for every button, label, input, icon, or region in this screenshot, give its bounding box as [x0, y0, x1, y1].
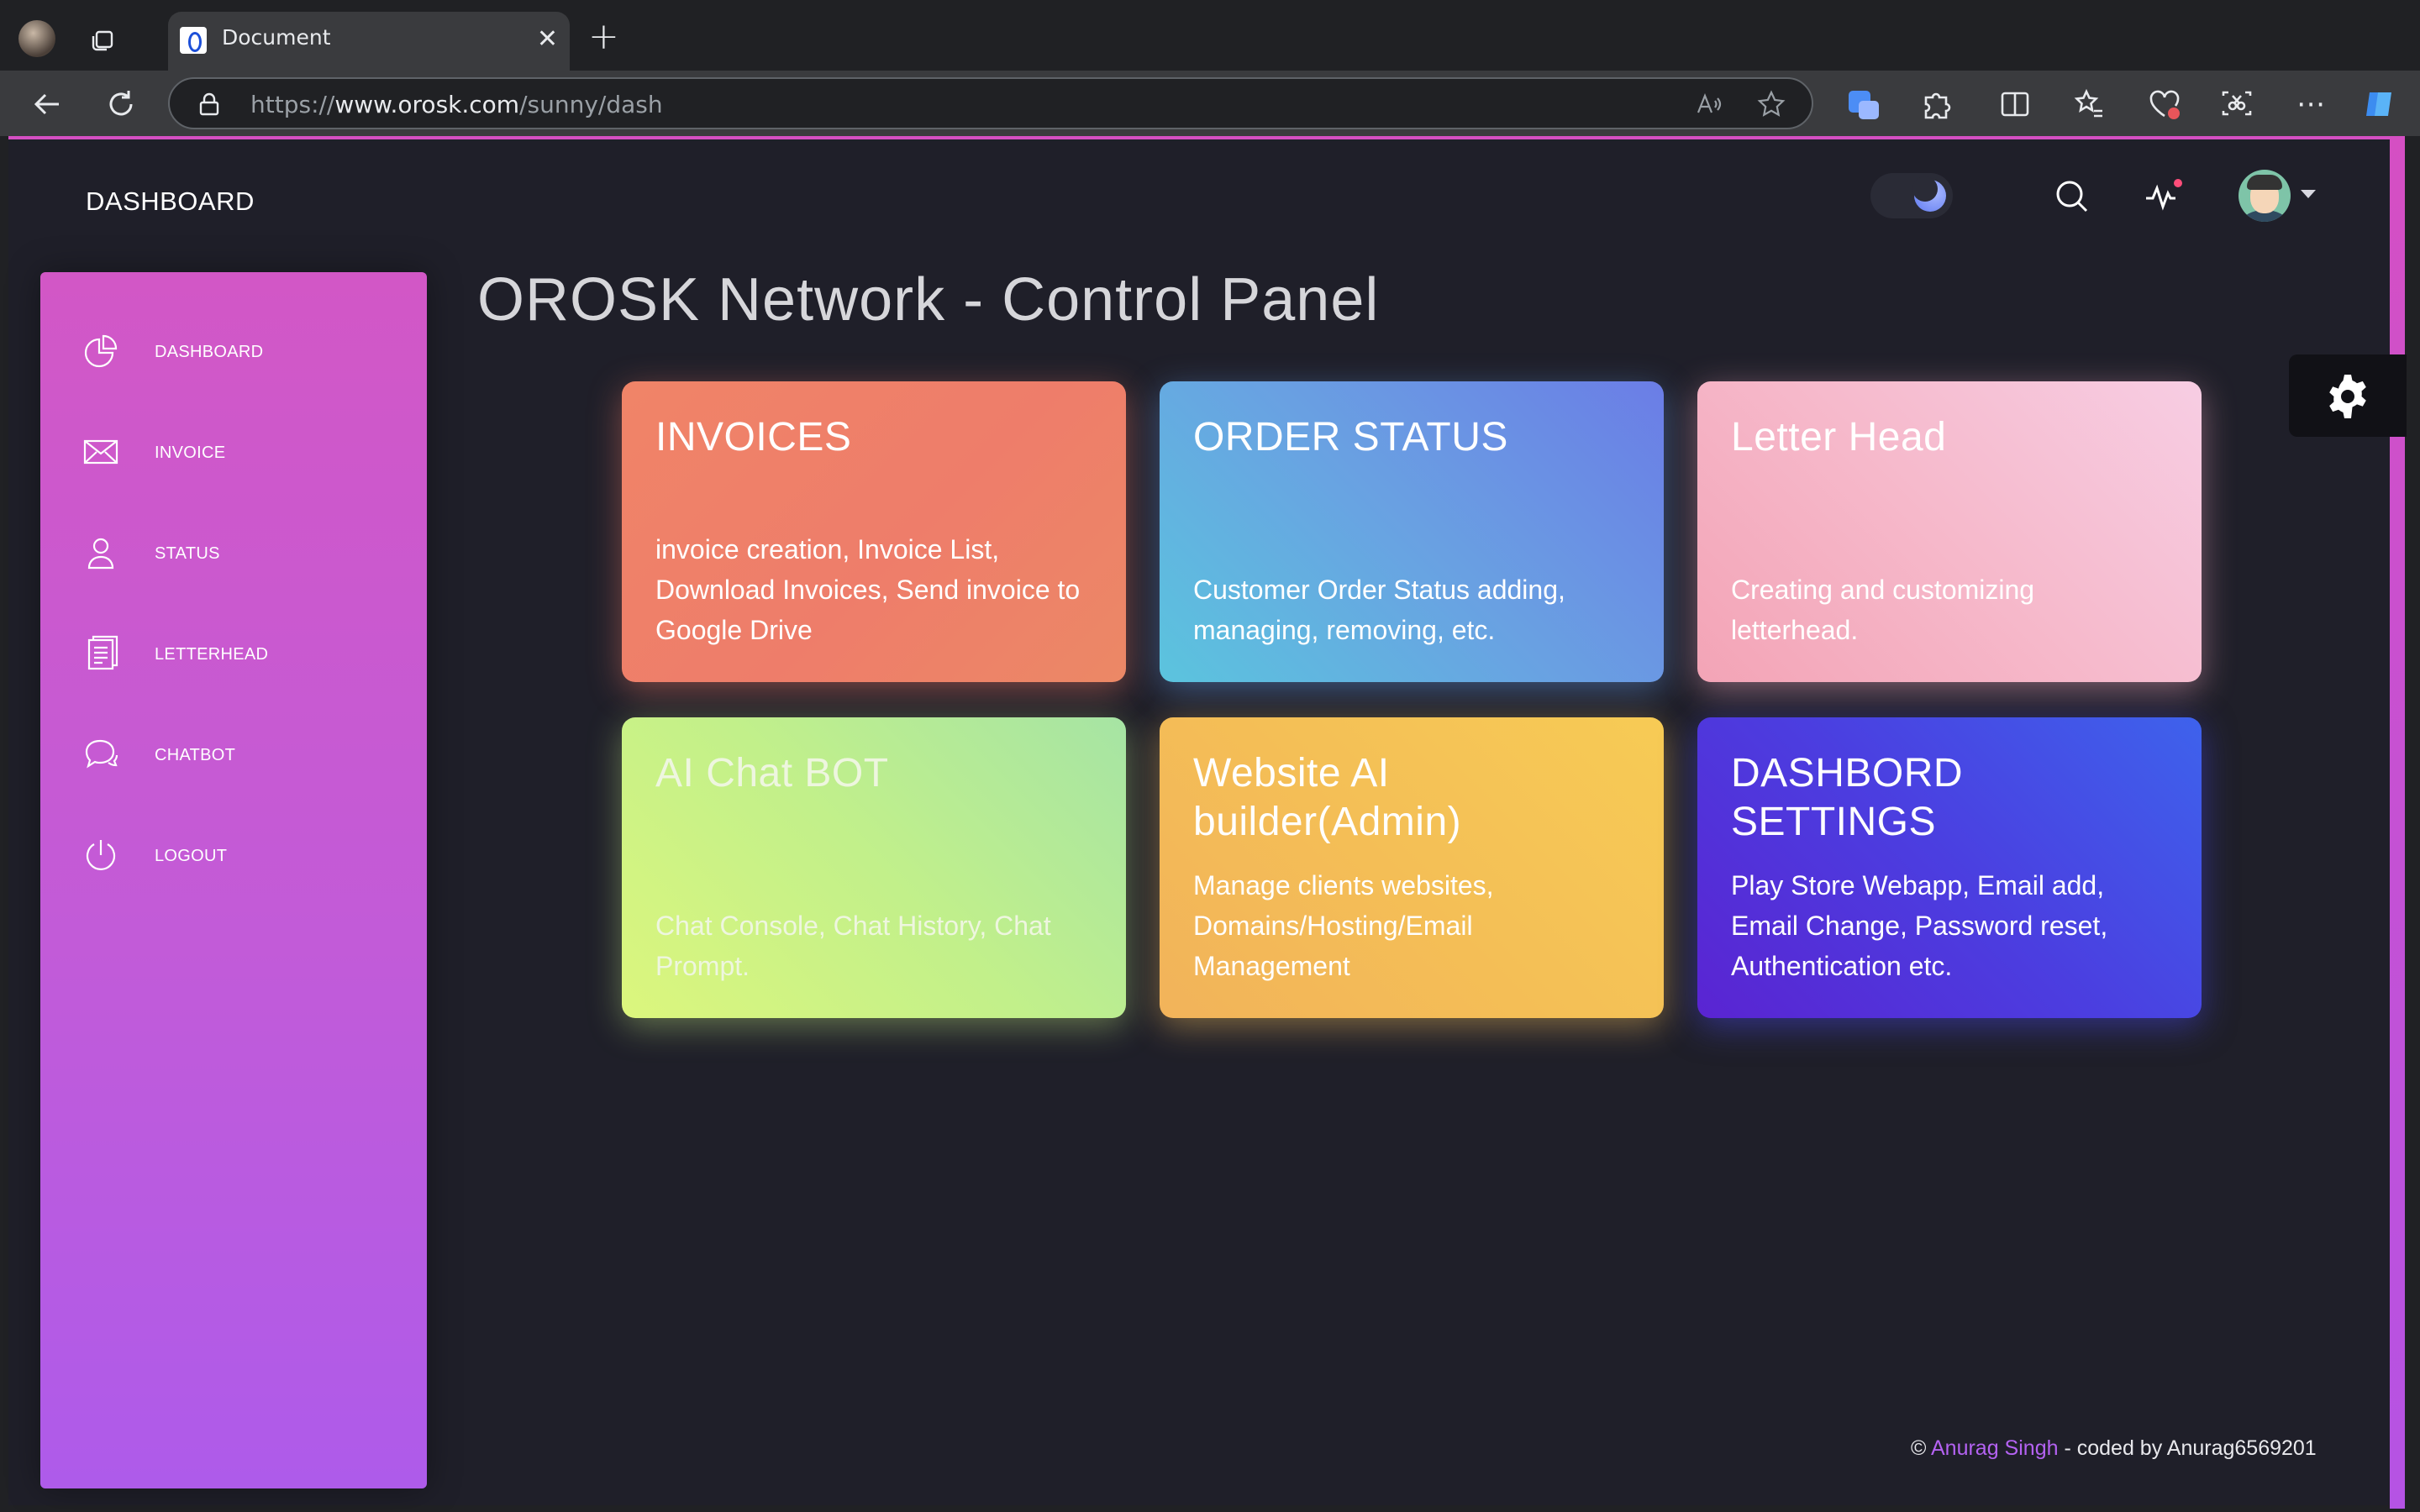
card-title: Letter Head: [1731, 415, 1947, 459]
card-ai-chat-bot[interactable]: AI Chat BOT Chat Console, Chat History, …: [622, 717, 1126, 1018]
sidebar-item-label: LETTERHEAD: [155, 645, 269, 664]
sidebar-item-label: DASHBOARD: [155, 343, 264, 361]
close-tab-icon[interactable]: ✕: [537, 25, 558, 54]
card-dashboard-settings[interactable]: DASHBORD SETTINGS Play Store Webapp, Ema…: [1697, 717, 2202, 1018]
browser-tab-active[interactable]: Document ✕: [168, 12, 570, 71]
moon-icon: [1912, 176, 1946, 212]
card-title: DASHBORD SETTINGS: [1731, 751, 1964, 844]
sidebar-item-label: STATUS: [155, 544, 220, 563]
new-tab-button[interactable]: +: [588, 18, 619, 55]
copilot-icon[interactable]: [2361, 86, 2398, 123]
browser-profile-avatar[interactable]: [18, 20, 55, 57]
read-aloud-icon[interactable]: [1694, 89, 1724, 119]
dashboard-app: DASHBOARD DASHBOARD INVOICE STATUS LETTE…: [8, 136, 2407, 1509]
chevron-down-icon[interactable]: [2301, 190, 2316, 198]
power-icon: [86, 840, 116, 870]
reload-icon[interactable]: [103, 86, 139, 123]
sidebar-item-label: CHATBOT: [155, 746, 236, 764]
sidebar-item-invoice[interactable]: INVOICE: [82, 427, 402, 477]
pie-chart-icon: [84, 334, 118, 368]
card-title: Website AI builder(Admin): [1193, 751, 1462, 844]
footer-credit: © Anurag Singh - coded by Anurag6569201: [1911, 1436, 2317, 1460]
card-invoices[interactable]: INVOICES invoice creation, Invoice List,…: [622, 381, 1126, 682]
user-avatar[interactable]: [2238, 170, 2291, 222]
back-icon[interactable]: [29, 86, 66, 123]
card-title: AI Chat BOT: [655, 751, 889, 795]
gear-icon: [2329, 375, 2366, 418]
card-description: Play Store Webapp, Email add, Email Chan…: [1731, 870, 2108, 981]
more-options-icon[interactable]: ⋯: [2292, 86, 2329, 123]
brand-title[interactable]: DASHBOARD: [86, 186, 255, 217]
browser-tab-strip: Document ✕ +: [0, 0, 2420, 71]
card-description: Creating and customizing letterhead.: [1731, 575, 2035, 645]
settings-panel-button[interactable]: [2289, 354, 2407, 437]
search-icon[interactable]: [2052, 176, 2092, 217]
card-title: ORDER STATUS: [1193, 415, 1508, 459]
card-description: Manage clients websites, Domains/Hosting…: [1193, 870, 1494, 981]
split-screen-icon[interactable]: [1996, 86, 2033, 123]
address-bar[interactable]: https://www.orosk.com/sunny/dash: [168, 77, 1813, 129]
sidebar-item-dashboard[interactable]: DASHBOARD: [82, 326, 402, 376]
sidebar-item-logout[interactable]: LOGOUT: [82, 830, 402, 880]
tab-actions-icon[interactable]: [87, 25, 118, 55]
card-title: INVOICES: [655, 415, 852, 459]
activity-icon[interactable]: [2143, 176, 2183, 217]
document-icon: [87, 635, 118, 670]
sidebar-item-letterhead[interactable]: LETTERHEAD: [82, 628, 402, 679]
extension-copilot-app-icon[interactable]: [1845, 86, 1882, 123]
screenshot-icon[interactable]: [2218, 86, 2255, 123]
card-description: invoice creation, Invoice List, Download…: [655, 534, 1081, 645]
sidebar-item-status[interactable]: STATUS: [82, 528, 402, 578]
lock-icon[interactable]: [198, 92, 220, 116]
site-favicon-icon: [180, 27, 207, 54]
page-scrollbar[interactable]: [2390, 139, 2405, 1509]
url-text[interactable]: https://www.orosk.com/sunny/dash: [250, 91, 663, 118]
browser-toolbar: https://www.orosk.com/sunny/dash ⋯: [0, 71, 2420, 136]
chat-icon: [85, 739, 118, 769]
user-icon: [87, 538, 114, 570]
extensions-puzzle-icon[interactable]: [1918, 86, 1954, 123]
card-description: Chat Console, Chat History, Chat Prompt.: [655, 911, 1051, 981]
sidebar-item-label: INVOICE: [155, 444, 226, 462]
author-link[interactable]: Anurag Singh: [1931, 1436, 2059, 1460]
browser-health-icon[interactable]: [2146, 86, 2183, 123]
theme-toggle[interactable]: [1870, 173, 1953, 218]
sidebar-item-chatbot[interactable]: CHATBOT: [82, 729, 402, 780]
card-description: Customer Order Status adding, managing, …: [1193, 575, 1565, 645]
mail-icon: [83, 439, 118, 465]
favorites-icon[interactable]: [2070, 86, 2107, 123]
card-website-ai-builder[interactable]: Website AI builder(Admin) Manage clients…: [1160, 717, 1664, 1018]
card-letter-head[interactable]: Letter Head Creating and customizing let…: [1697, 381, 2202, 682]
page-title: OROSK Network - Control Panel: [477, 266, 1380, 333]
favorite-star-icon[interactable]: [1756, 89, 1786, 119]
card-order-status[interactable]: ORDER STATUS Customer Order Status addin…: [1160, 381, 1664, 682]
sidebar-item-label: LOGOUT: [155, 847, 228, 865]
tab-title: Document: [222, 25, 331, 50]
sidebar: DASHBOARD INVOICE STATUS LETTERHEAD CHAT…: [40, 272, 427, 1488]
